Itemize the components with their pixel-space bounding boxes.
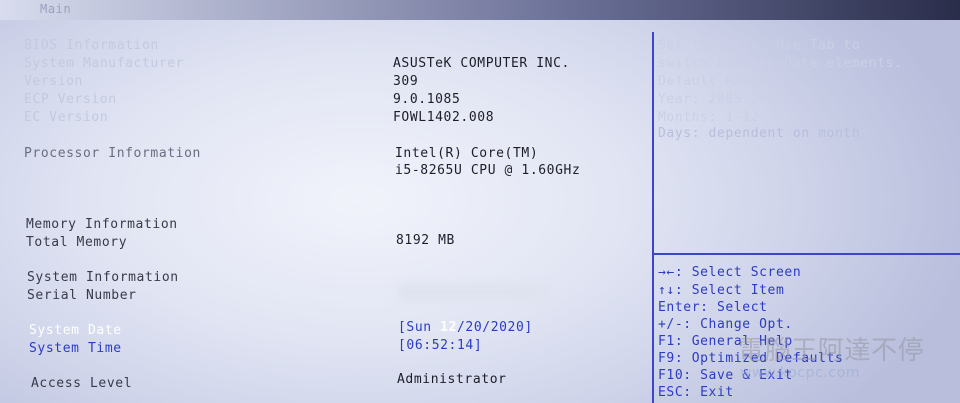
system-info-section-label: System Information: [27, 270, 179, 285]
system-time-field[interactable]: [06:52:14]: [398, 338, 482, 353]
manufacturer-label: System Manufacturer: [24, 56, 185, 71]
ecp-version-label: ECP Version: [24, 92, 117, 107]
key-enter-select: Enter: Select: [658, 300, 768, 315]
vertical-divider: [652, 32, 654, 403]
bios-top-bar: Main: [0, 0, 960, 20]
help-text-line: Days: dependent on month: [658, 126, 861, 141]
help-text-line: Months: 1-12: [658, 110, 760, 125]
processor-name-line1: Intel(R) Core(TM): [395, 146, 539, 161]
access-level-value: Administrator: [397, 372, 507, 387]
ec-version-label: EC Version: [24, 110, 109, 125]
help-text-line: Default Ranges:: [658, 74, 785, 89]
processor-info-label: Processor Information: [24, 146, 201, 161]
memory-info-section-label: Memory Information: [26, 217, 178, 232]
ec-version-value: FOWL1402.008: [393, 110, 495, 125]
key-select-screen: →←: Select Screen: [658, 265, 802, 280]
total-memory-value: 8192 MB: [396, 233, 455, 248]
watermark-url: www.kocpc.com: [740, 365, 861, 381]
version-value: 309: [393, 74, 419, 89]
help-text-line: Year: 2005-2099: [658, 92, 785, 107]
horizontal-divider: [654, 253, 960, 255]
bios-info-section-label: BIOS Information: [24, 38, 159, 53]
total-memory-label: Total Memory: [26, 235, 128, 250]
date-month-selected[interactable]: 12: [440, 320, 457, 335]
tab-main[interactable]: Main: [40, 2, 71, 16]
ecp-version-value: 9.0.1085: [393, 92, 461, 107]
watermark-text: 電腦王阿達不停: [738, 336, 925, 366]
key-select-item: ↑↓: Select Item: [658, 283, 785, 298]
processor-name-line2: i5-8265U CPU @ 1.60GHz: [395, 163, 581, 178]
system-date-field[interactable]: [Sun 12/20/2020]: [398, 320, 533, 335]
key-esc-exit: ESC: Exit: [658, 385, 734, 400]
serial-number-value-blurred: [398, 283, 548, 301]
date-rest: /20/2020]: [457, 320, 533, 335]
serial-number-label: Serial Number: [27, 288, 137, 303]
help-text-line: switch between Date elements.: [658, 56, 903, 71]
bios-screen: Main BIOS Information System Manufacture…: [0, 0, 960, 403]
version-label: Version: [24, 74, 83, 89]
manufacturer-value: ASUSTeK COMPUTER INC.: [393, 56, 570, 71]
system-time-label[interactable]: System Time: [29, 341, 122, 356]
help-text-line: Set the Date. Use Tab to: [658, 38, 861, 53]
access-level-label: Access Level: [31, 376, 133, 391]
date-open: [Sun: [398, 320, 441, 335]
system-date-label[interactable]: System Date: [29, 323, 122, 338]
